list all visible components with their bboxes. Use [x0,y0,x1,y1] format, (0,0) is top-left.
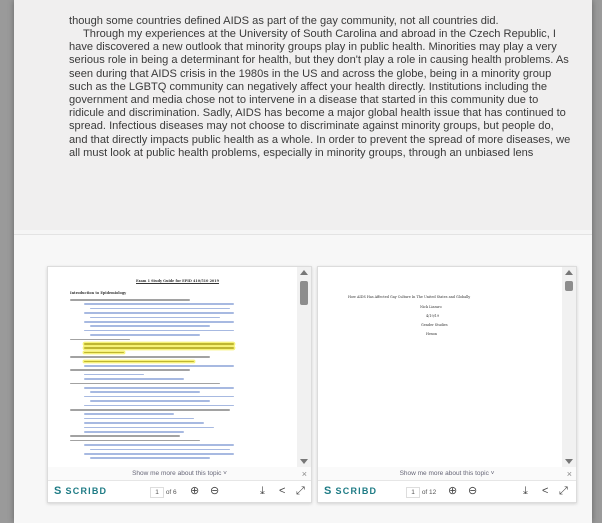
share-icon[interactable]: < [279,484,285,498]
fullscreen-icon[interactable]: ⤢ [296,484,305,498]
doc-text-line [70,356,210,358]
scroll-up-icon[interactable] [565,270,573,275]
doc-text-line [84,351,124,354]
share-icon[interactable]: < [542,484,548,498]
doc-text-line [84,365,234,367]
doc-text-line [84,321,234,323]
doc-text-line [84,312,234,314]
scribd-toolbar: S SCRIBD 1 of 12 ⊕ ⊖ ⤓ < ⤢ [318,480,576,502]
zoom-out-icon[interactable]: ⊖ [210,484,219,498]
scribd-embed-aids-paper[interactable]: How AIDS Has Affected Gay Culture In The… [317,266,577,503]
essay-paragraph-1: though some countries defined AIDS as pa… [69,15,499,27]
page-total: of 6 [165,489,177,497]
doc-text-line [84,417,194,420]
close-icon[interactable]: × [567,468,572,480]
doc-text-line [84,453,234,455]
doc-text-line [70,369,190,371]
doc-date: 4/19/19 [426,314,440,318]
scribd-logo[interactable]: S SCRIBD [54,485,107,498]
doc-text-line [84,387,234,389]
doc-text-line [84,343,234,345]
scroll-thumb[interactable] [300,281,308,305]
page-input[interactable]: 1 [406,487,420,498]
essay-page: though some countries defined AIDS as pa… [14,0,592,523]
scroll-down-icon[interactable] [565,459,573,464]
essay-paragraph-2: Through my experiences at the University… [69,28,571,159]
vertical-scrollbar[interactable] [297,267,311,467]
doc-text-line [84,413,174,415]
doc-heading: Introduction to Epidemiology [70,291,127,295]
doc-text-line [70,382,220,385]
doc-text-line [90,316,220,319]
doc-text-line [70,409,230,411]
doc-text-line [84,426,214,429]
doc-title: How AIDS Has Affected Gay Culture In The… [348,295,471,299]
doc-text-line [84,431,184,433]
doc-text-line [84,329,234,332]
scribd-toolbar: S SCRIBD 1 of 6 ⊕ ⊖ ⤓ < ⤢ [48,480,311,502]
doc-text-line [70,439,200,442]
doc-text-line [90,400,210,402]
doc-author: Nick Lizzaro [420,305,442,309]
doc-course: Gender Studies [421,323,448,327]
scribd-s-icon: S [54,485,63,497]
doc-text-line [84,422,204,424]
doc-text-line [90,334,200,336]
scroll-thumb[interactable] [565,281,573,291]
doc-text-line [90,307,230,310]
vertical-scrollbar[interactable] [562,267,576,467]
show-more-link[interactable]: Show me more about this topic ˅ [318,467,576,481]
close-icon[interactable]: × [302,468,307,480]
essay-section: though some countries defined AIDS as pa… [14,0,592,230]
doc-text-line [70,435,180,437]
scroll-down-icon[interactable] [300,459,308,464]
page-indicator: 1 of 6 [150,487,177,498]
doc-text-line [70,299,190,301]
page-total: of 12 [421,489,437,497]
doc-text-line [84,378,184,380]
doc-text-line [84,347,234,349]
doc-instructor: Hexon [426,332,438,336]
doc-text-line [84,360,194,363]
zoom-in-icon[interactable]: ⊕ [448,484,457,498]
zoom-out-icon[interactable]: ⊖ [468,484,477,498]
doc-text-line [84,444,234,446]
zoom-in-icon[interactable]: ⊕ [190,484,199,498]
doc-title: Exam 1 Study Guide for EPID 410/510 2019 [136,279,220,283]
doc-text-line [84,373,144,376]
document-preview[interactable]: How AIDS Has Affected Gay Culture In The… [318,267,562,467]
doc-text-line [90,325,210,327]
doc-text-line [84,395,234,398]
doc-text-line [84,303,234,305]
doc-text-line [90,391,200,393]
show-more-link[interactable]: Show me more about this topic ˅ [48,467,311,481]
download-icon[interactable]: ⤓ [260,484,265,498]
page-input[interactable]: 1 [150,487,164,498]
doc-text-line [84,404,234,407]
page-indicator: 1 of 12 [406,487,436,498]
doc-text-line [90,448,230,451]
scribd-embed-study-guide[interactable]: Exam 1 Study Guide for EPID 410/510 2019… [47,266,312,503]
download-icon[interactable]: ⤓ [523,484,528,498]
doc-text-line [70,338,130,341]
document-preview[interactable]: Exam 1 Study Guide for EPID 410/510 2019… [48,267,297,467]
fullscreen-icon[interactable]: ⤢ [559,484,568,498]
scribd-s-icon: S [324,485,333,497]
doc-text-line [90,457,210,459]
scribd-logo[interactable]: S SCRIBD [324,485,377,498]
scroll-up-icon[interactable] [300,270,308,275]
